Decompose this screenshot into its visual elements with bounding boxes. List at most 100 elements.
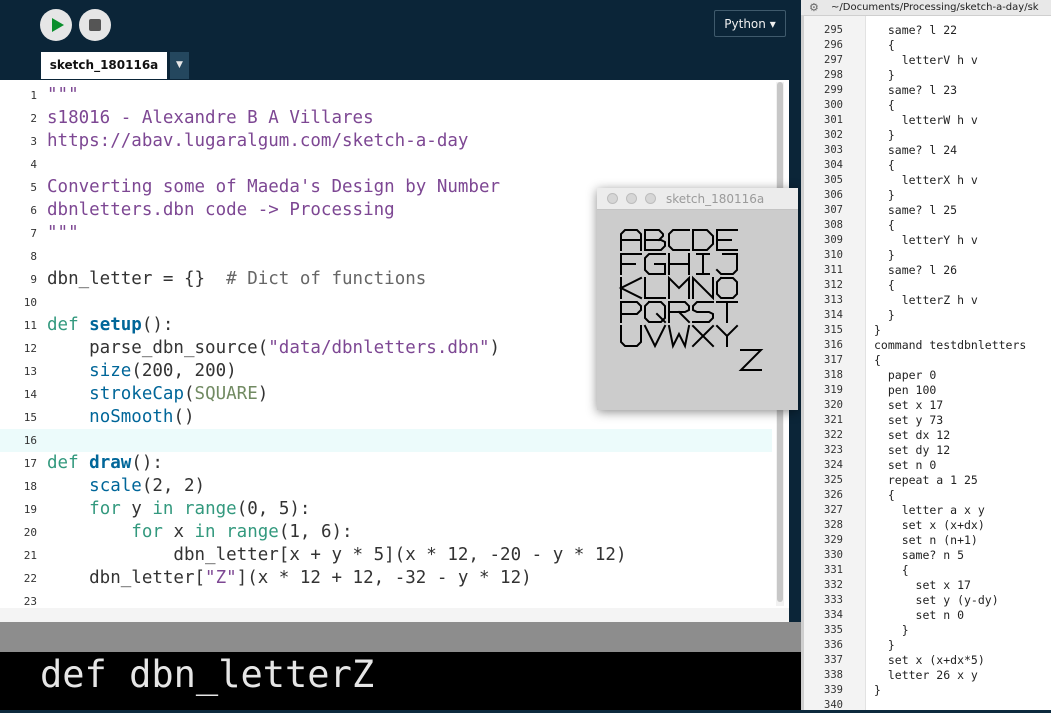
code-token: (0, 5): [236,499,311,519]
dbn-text-editor[interactable]: ⚙ ~/Documents/Processing/sketch-a-day/sk… [801,0,1051,711]
code-line[interactable]: 21 dbn_letter[x + y * 5](x * 12, -20 - y… [0,544,772,567]
editor-code-line[interactable]: command testdbnletters [874,338,1026,353]
editor-code-line[interactable]: { [874,353,881,368]
run-button[interactable] [40,9,72,41]
editor-code-line[interactable]: } [874,638,895,653]
editor-code-line[interactable]: } [874,683,881,698]
line-number: 8 [30,250,37,263]
editor-code-line[interactable]: set x (x+dx*5) [874,653,985,668]
sketch-letter-p [620,301,642,323]
editor-code-line[interactable]: letter 26 x y [874,668,978,683]
code-token: (): [131,453,163,473]
stop-button[interactable] [79,9,111,41]
sketch-letter-o [716,276,738,299]
code-token: in [152,499,174,519]
code-text: s18016 - Alexandre B A Villares [47,107,374,130]
code-token: Converting some of Maeda's Design by Num… [47,177,501,197]
code-line[interactable]: 19 for y in range(0, 5): [0,498,772,521]
close-window-button[interactable] [607,193,618,204]
editor-code-line[interactable]: same? l 25 [874,203,957,218]
editor-code-line[interactable]: letter a x y [874,503,985,518]
code-text: dbn_letter = {} # Dict of functions [47,268,426,291]
line-number: 17 [23,457,37,470]
sketch-letter-t [716,301,738,323]
editor-line-number: 310 [824,249,843,261]
editor-line-number: 321 [824,414,843,426]
editor-code-line[interactable]: { [874,38,895,53]
sketch-letter-l [644,277,666,299]
code-line[interactable]: 18 scale(2, 2) [0,475,772,498]
file-path: ~/Documents/Processing/sketch-a-day/sk [831,2,1039,13]
editor-code-line[interactable]: repeat a 1 25 [874,473,978,488]
editor-line-number: 326 [824,489,843,501]
editor-code-line[interactable]: pen 100 [874,383,936,398]
editor-code-line[interactable]: } [874,188,895,203]
sketch-letter-d [692,229,714,251]
code-line[interactable]: 17 def draw(): [0,452,772,475]
editor-code-line[interactable]: same? l 24 [874,143,957,158]
tab-menu-button[interactable]: ▼ [170,52,189,79]
line-number: 3 [30,135,37,148]
editor-code-line[interactable]: same? l 22 [874,23,957,38]
tab-sketch[interactable]: sketch_180116a [41,52,167,79]
minimize-window-button[interactable] [626,193,637,204]
code-line[interactable]: 16 [0,429,772,452]
editor-code-line[interactable]: letterZ h v [874,293,978,308]
zoom-window-button[interactable] [645,193,656,204]
editor-code-line[interactable]: { [874,218,895,233]
editor-code-line[interactable]: letterW h v [874,113,978,128]
editor-bottom-strip [0,608,789,622]
editor-code-line[interactable]: { [874,563,909,578]
editor-code-line[interactable]: } [874,308,895,323]
code-token: x [162,522,195,542]
editor-code-line[interactable]: set n 0 [874,608,964,623]
editor-code-line[interactable]: letterV h v [874,53,978,68]
editor-code-line[interactable]: set x 17 [874,578,971,593]
editor-code-line[interactable]: set n 0 [874,458,936,473]
editor-code-line[interactable]: { [874,98,895,113]
editor-code-line[interactable]: } [874,128,895,143]
editor-line-number: 323 [824,444,843,456]
code-line[interactable]: 23 [0,590,772,608]
editor-code-line[interactable]: letterX h v [874,173,978,188]
editor-code-line[interactable]: set y (y-dy) [874,593,999,608]
editor-code-line[interactable]: } [874,323,881,338]
editor-code-line[interactable]: { [874,158,895,173]
code-line[interactable]: 4 [0,153,772,176]
code-token: dbn_letter = {} [47,269,227,289]
editor-code-line[interactable]: paper 0 [874,368,936,383]
editor-code-line[interactable]: { [874,278,895,293]
editor-code-line[interactable]: set x 17 [874,398,943,413]
editor-code-line[interactable]: set dx 12 [874,428,950,443]
editor-code-line[interactable]: } [874,68,895,83]
code-text: parse_dbn_source("data/dbnletters.dbn") [47,337,500,360]
gear-icon[interactable]: ⚙ [809,0,819,15]
code-token: def [47,453,79,473]
code-line[interactable]: 3 https://abav.lugaralgum.com/sketch-a-da… [0,130,772,153]
editor-code-line[interactable]: { [874,488,895,503]
line-number: 12 [23,342,37,355]
sketch-letter-j [715,253,738,275]
editor-code-line[interactable]: same? l 26 [874,263,957,278]
code-line[interactable]: 20 for x in range(1, 6): [0,521,772,544]
sketch-letter-e [716,229,738,251]
editor-code-line[interactable]: letterY h v [874,233,978,248]
editor-code-line[interactable]: } [874,248,895,263]
mode-selector[interactable]: Python ▾ [714,10,786,37]
editor-code-line[interactable]: set dy 12 [874,443,950,458]
code-line[interactable]: 1 """ [0,84,772,107]
sketch-window-titlebar[interactable]: sketch_180116a [597,188,798,210]
editor-code-line[interactable]: same? n 5 [874,548,964,563]
code-line[interactable]: 2 s18016 - Alexandre B A Villares [0,107,772,130]
editor-code-line[interactable]: set n (n+1) [874,533,978,548]
code-text: for y in range(0, 5): [47,498,310,521]
code-token: strokeCap [89,384,184,404]
editor-code-line[interactable]: } [874,623,909,638]
editor-line-number: 318 [824,369,843,381]
code-line[interactable]: 22 dbn_letter["Z"](x * 12 + 12, -32 - y … [0,567,772,590]
sketch-window[interactable]: sketch_180116a [597,188,798,410]
editor-code-line[interactable]: same? l 23 [874,83,957,98]
editor-code-line[interactable]: set x (x+dx) [874,518,985,533]
code-text: for x in range(1, 6): [47,521,352,544]
editor-code-line[interactable]: set y 73 [874,413,943,428]
